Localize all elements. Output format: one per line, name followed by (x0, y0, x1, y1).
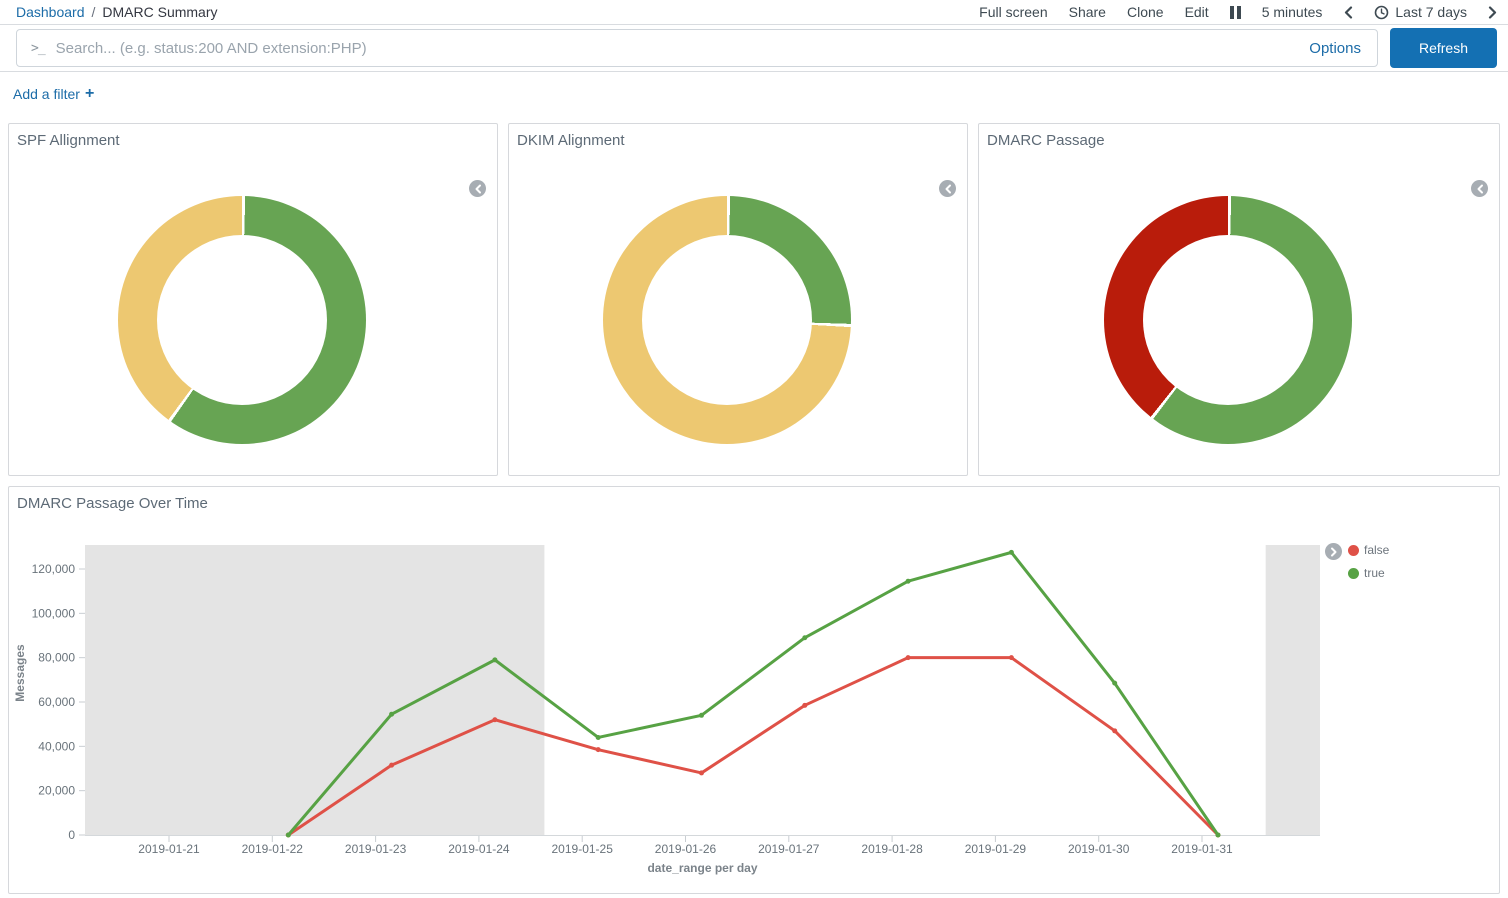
y-axis-tick-label: 80,000 (38, 651, 75, 665)
search-input[interactable] (56, 40, 1299, 57)
dkim-alignment-donut-chart[interactable] (603, 196, 851, 444)
add-filter-label: Add a filter (13, 86, 80, 102)
time-back-button[interactable] (1343, 6, 1353, 19)
panel-title: DMARC Passage Over Time (17, 495, 208, 512)
time-range-label: Last 7 days (1395, 4, 1467, 20)
legend-dot-true (1348, 568, 1359, 579)
y-axis-tick-label: 60,000 (38, 695, 75, 709)
query-bar: >_ Options Refresh (0, 25, 1508, 72)
collapse-legend-button[interactable] (939, 180, 956, 197)
legend-label: false (1364, 543, 1389, 557)
top-bar: Dashboard / DMARC Summary Full screen Sh… (0, 0, 1508, 25)
x-axis-tick-label: 2019-01-27 (758, 842, 820, 856)
data-point-true[interactable] (286, 833, 291, 838)
panel-title: DMARC Passage (987, 132, 1105, 149)
data-point-true[interactable] (596, 735, 601, 740)
x-axis-tick-label: 2019-01-24 (448, 842, 510, 856)
page-title: DMARC Summary (102, 4, 217, 20)
data-point-true[interactable] (1216, 833, 1221, 838)
chevron-left-icon (1476, 184, 1484, 194)
data-point-true[interactable] (1009, 550, 1014, 555)
data-point-false[interactable] (389, 763, 394, 768)
x-axis-tick-label: 2019-01-21 (138, 842, 200, 856)
data-point-true[interactable] (699, 713, 704, 718)
chevron-left-icon (1343, 6, 1353, 19)
plus-icon: + (85, 85, 94, 103)
y-axis-tick-label: 40,000 (38, 739, 75, 753)
search-box: >_ Options (16, 29, 1378, 67)
edit-button[interactable]: Edit (1185, 4, 1209, 20)
panel-dkim-alignment: DKIM Alignment (508, 123, 968, 476)
chevron-left-icon (944, 184, 952, 194)
dmarc-over-time-line-chart[interactable]: 2019-01-21 2019-01-22 2019-01-23 2019-01-24… (9, 487, 1499, 891)
refresh-button[interactable]: Refresh (1390, 28, 1497, 68)
data-point-false[interactable] (596, 747, 601, 752)
data-point-false[interactable] (492, 717, 497, 722)
add-filter-link[interactable]: Add a filter + (13, 85, 94, 103)
out-of-range-band (1266, 545, 1320, 835)
chart-legend: false true (1325, 543, 1389, 580)
panel-title: SPF Allignment (17, 132, 120, 149)
legend-dot-false (1348, 545, 1359, 556)
legend-label: true (1364, 566, 1385, 580)
x-axis-tick-label: 2019-01-31 (1171, 842, 1233, 856)
breadcrumb: Dashboard / DMARC Summary (16, 4, 218, 20)
share-button[interactable]: Share (1069, 4, 1106, 20)
collapse-legend-button[interactable] (1471, 180, 1488, 197)
x-axis-tick-label: 2019-01-30 (1068, 842, 1130, 856)
dmarc-passage-donut-chart[interactable] (1104, 196, 1352, 444)
data-point-false[interactable] (906, 655, 911, 660)
panel-title: DKIM Alignment (517, 132, 625, 149)
time-range-button[interactable]: Last 7 days (1374, 4, 1467, 20)
data-point-true[interactable] (802, 635, 807, 640)
dashboard-grid: SPF Allignment DKIM Alignment DMARC Pass… (0, 116, 1508, 894)
x-axis-tick-label: 2019-01-29 (965, 842, 1027, 856)
legend-item-false[interactable]: false (1348, 543, 1389, 557)
chevron-right-icon (1330, 547, 1338, 557)
panel-dmarc-passage: DMARC Passage (978, 123, 1500, 476)
y-axis-tick-label: 100,000 (32, 606, 76, 620)
breadcrumb-dashboard-link[interactable]: Dashboard (16, 4, 85, 20)
x-axis-tick-label: 2019-01-22 (242, 842, 304, 856)
clone-button[interactable]: Clone (1127, 4, 1164, 20)
y-axis-title: Messages (13, 644, 27, 702)
expand-legend-button[interactable] (1325, 543, 1342, 560)
data-point-false[interactable] (699, 770, 704, 775)
x-axis-title: date_range per day (647, 861, 757, 875)
console-prompt-icon: >_ (31, 41, 45, 56)
spf-alignment-donut-chart[interactable] (118, 196, 366, 444)
y-axis-tick-label: 20,000 (38, 784, 75, 798)
chevron-left-icon (474, 184, 482, 194)
x-axis-tick-label: 2019-01-25 (552, 842, 614, 856)
data-point-false[interactable] (1112, 728, 1117, 733)
data-point-true[interactable] (906, 579, 911, 584)
panel-dmarc-passage-over-time: 2019-01-21 2019-01-22 2019-01-23 2019-01-24… (8, 486, 1500, 894)
data-point-false[interactable] (1009, 655, 1014, 660)
chevron-right-icon (1488, 6, 1498, 19)
time-forward-button[interactable] (1488, 6, 1498, 19)
x-axis-tick-label: 2019-01-23 (345, 842, 407, 856)
data-point-true[interactable] (492, 657, 497, 662)
collapse-legend-button[interactable] (469, 180, 486, 197)
clock-icon (1374, 5, 1389, 20)
data-point-false[interactable] (802, 703, 807, 708)
top-menu: Full screen Share Clone Edit 5 minutes L… (979, 4, 1498, 20)
y-axis-tick-label: 120,000 (32, 562, 76, 576)
x-axis-tick-label: 2019-01-26 (655, 842, 717, 856)
data-point-true[interactable] (1112, 681, 1117, 686)
query-options-link[interactable]: Options (1309, 40, 1363, 57)
y-axis-tick-label: 0 (68, 828, 75, 842)
out-of-range-band (85, 545, 544, 835)
pause-refresh-button[interactable] (1230, 6, 1241, 19)
breadcrumb-separator: / (92, 4, 96, 20)
data-point-true[interactable] (389, 712, 394, 717)
panel-spf-alignment: SPF Allignment (8, 123, 498, 476)
full-screen-button[interactable]: Full screen (979, 4, 1047, 20)
legend-item-true[interactable]: true (1348, 566, 1389, 580)
filter-bar: Add a filter + (0, 72, 1508, 116)
pause-icon (1230, 6, 1241, 19)
x-axis-tick-label: 2019-01-28 (861, 842, 923, 856)
refresh-interval-button[interactable]: 5 minutes (1262, 4, 1323, 20)
